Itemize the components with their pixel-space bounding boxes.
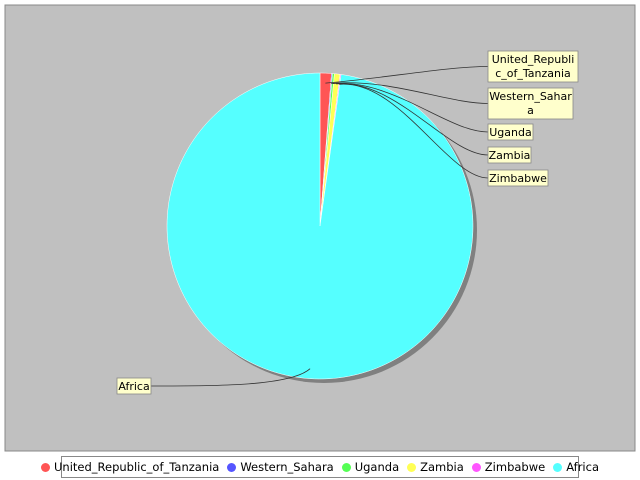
legend-label: Zimbabwe xyxy=(484,460,546,474)
legend-item-united-republic-of-tanzania: United_Republic_of_Tanzania xyxy=(41,460,219,474)
legend-label: Zambia xyxy=(420,460,464,474)
pie-chart: United_Republic_of_Tanzania Western_Sahar… xyxy=(4,4,636,452)
legend-label: Uganda xyxy=(354,460,400,474)
legend-swatch xyxy=(553,462,563,472)
chart-legend: United_Republic_of_Tanzania Western_Sahar… xyxy=(41,456,599,478)
legend-item-zambia: Zambia xyxy=(407,460,464,474)
legend-swatch xyxy=(227,462,237,472)
legend-swatch xyxy=(407,462,417,472)
legend-swatch xyxy=(341,462,351,472)
slice-label-western-sahara: Western_Sahara xyxy=(487,87,574,120)
slice-label-text: Uganda xyxy=(489,126,531,139)
slice-label-zambia: Zambia xyxy=(487,146,532,164)
slice-label-uganda: Uganda xyxy=(487,123,534,141)
slice-label-zimbabwe: Zimbabwe xyxy=(487,169,549,187)
slice-label-africa: Africa xyxy=(116,377,152,395)
slice-label-united-republic-of-tanzania: United_Republic_of_Tanzania xyxy=(487,50,579,83)
slice-label-text: c_of_Tanzania xyxy=(495,67,571,80)
slice-label-text: United_Republi xyxy=(492,53,575,66)
legend-item-uganda: Uganda xyxy=(341,460,400,474)
slice-label-text: a xyxy=(527,104,534,117)
slice-label-text: Western_Sahar xyxy=(489,90,572,103)
legend-label: United_Republic_of_Tanzania xyxy=(54,460,220,474)
pie-slice-africa xyxy=(166,72,474,380)
legend-swatch xyxy=(41,462,50,472)
legend-item-zimbabwe: Zimbabwe xyxy=(471,460,546,474)
legend-swatch xyxy=(471,462,481,472)
legend-item-western-sahara: Western_Sahara xyxy=(227,460,334,474)
slice-label-text: Zimbabwe xyxy=(489,172,547,185)
legend-item-africa: Africa xyxy=(553,460,599,474)
legend-label: Western_Sahara xyxy=(240,460,334,474)
slice-label-text: Africa xyxy=(118,380,149,393)
slice-label-text: Zambia xyxy=(489,149,531,162)
legend-label: Africa xyxy=(566,460,600,474)
